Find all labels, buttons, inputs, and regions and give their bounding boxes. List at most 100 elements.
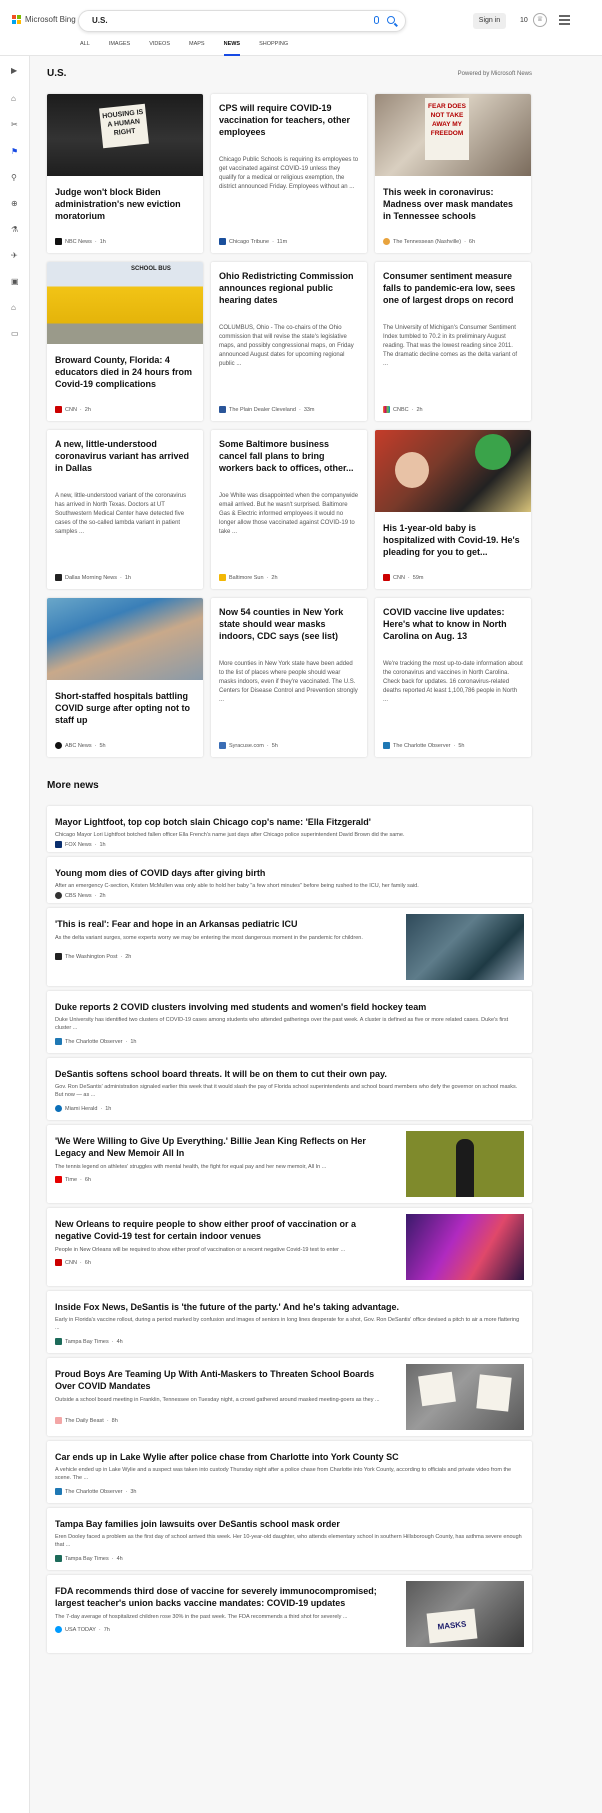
list-item[interactable]: FDA recommends third dose of vaccine for… <box>47 1575 532 1653</box>
card-source[interactable]: The Plain Dealer Cleveland · 33m <box>219 406 315 413</box>
news-card[interactable]: HOUSING IS A HUMAN RIGHT Judge won't blo… <box>47 94 203 253</box>
entertainment-icon[interactable]: ▣ <box>11 278 19 286</box>
item-source[interactable]: CBS News · 2h <box>55 892 106 899</box>
card-title[interactable]: Consumer sentiment measure falls to pand… <box>383 270 523 306</box>
card-title[interactable]: Now 54 counties in New York state should… <box>219 606 359 642</box>
card-title[interactable]: COVID vaccine live updates: Here's what … <box>383 606 523 642</box>
item-source[interactable]: Tampa Bay Times · 4h <box>55 1338 123 1345</box>
powered-by[interactable]: Powered by Microsoft News <box>458 71 532 77</box>
item-title[interactable]: 'This is real': Fear and hope in an Arka… <box>55 918 392 930</box>
search-input[interactable]: U.S. <box>92 16 108 25</box>
item-title[interactable]: DeSantis softens school board threats. I… <box>55 1068 522 1080</box>
tab-shopping[interactable]: SHOPPING <box>259 38 288 56</box>
news-card[interactable]: SCHOOL BUS Broward County, Florida: 4 ed… <box>47 262 203 421</box>
menu-icon[interactable] <box>559 15 570 27</box>
item-source[interactable]: Miami Herald · 1h <box>55 1105 111 1112</box>
us-flag-icon[interactable]: ⚑ <box>11 148 18 156</box>
card-source[interactable]: CNN · 2h <box>55 406 91 413</box>
news-card[interactable]: Ohio Redistricting Commission announces … <box>211 262 367 421</box>
technology-icon[interactable]: ✈ <box>11 252 18 260</box>
tab-news[interactable]: NEWS <box>223 38 241 56</box>
news-card[interactable]: Consumer sentiment measure falls to pand… <box>375 262 531 421</box>
card-title[interactable]: A new, little-understood coronavirus var… <box>55 438 195 474</box>
card-source[interactable]: The Tennessean (Nashville) · 6h <box>383 238 475 245</box>
item-source[interactable]: The Daily Beast · 8h <box>55 1417 118 1424</box>
trending-icon[interactable]: ✂ <box>11 121 18 129</box>
rewards-medal-icon[interactable]: ♕ <box>533 13 547 27</box>
item-source[interactable]: Time · 6h <box>55 1176 91 1183</box>
expand-chevron-icon[interactable]: ▶ <box>11 67 17 75</box>
item-source[interactable]: USA TODAY · 7h <box>55 1626 110 1633</box>
search-box[interactable]: U.S. <box>78 10 406 32</box>
card-source[interactable]: CNBC · 2h <box>383 406 423 413</box>
item-source[interactable]: The Charlotte Observer · 3h <box>55 1488 136 1495</box>
search-icon[interactable] <box>387 16 395 24</box>
news-card[interactable]: Some Baltimore business cancel fall plan… <box>211 430 367 589</box>
list-item[interactable]: 'This is real': Fear and hope in an Arka… <box>47 908 532 986</box>
card-title[interactable]: Short-staffed hospitals battling COVID s… <box>55 690 195 726</box>
local-pin-icon[interactable]: ⚲ <box>11 174 17 182</box>
card-title[interactable]: This week in coronavirus: Madness over m… <box>383 186 523 222</box>
news-card[interactable]: His 1-year-old baby is hospitalized with… <box>375 430 531 589</box>
card-source[interactable]: Dallas Morning News · 1h <box>55 574 131 581</box>
card-source[interactable]: CNN · 59m <box>383 574 423 581</box>
card-snippet: Joe White was disappointed when the comp… <box>219 493 359 535</box>
list-item[interactable]: Proud Boys Are Teaming Up With Anti-Mask… <box>47 1358 532 1436</box>
item-source[interactable]: Tampa Bay Times · 4h <box>55 1555 123 1562</box>
item-title[interactable]: Young mom dies of COVID days after givin… <box>55 867 522 879</box>
science-icon[interactable]: ⚗ <box>11 226 18 234</box>
news-card[interactable]: FEAR DOES NOT TAKE AWAY MY FREEDOM This … <box>375 94 531 253</box>
news-card[interactable]: COVID vaccine live updates: Here's what … <box>375 598 531 757</box>
item-source[interactable]: The Charlotte Observer · 1h <box>55 1038 136 1045</box>
home-icon[interactable]: ⌂ <box>11 95 16 103</box>
news-card[interactable]: Short-staffed hospitals battling COVID s… <box>47 598 203 757</box>
world-icon[interactable]: ⊕ <box>11 200 18 208</box>
item-title[interactable]: FDA recommends third dose of vaccine for… <box>55 1585 392 1609</box>
list-item[interactable]: Mayor Lightfoot, top cop botch slain Chi… <box>47 806 532 852</box>
item-title[interactable]: Inside Fox News, DeSantis is 'the future… <box>55 1301 522 1313</box>
list-item[interactable]: DeSantis softens school board threats. I… <box>47 1058 532 1120</box>
list-item[interactable]: Tampa Bay families join lawsuits over De… <box>47 1508 532 1570</box>
card-title[interactable]: CPS will require COVID-19 vaccination fo… <box>219 102 359 138</box>
item-title[interactable]: Proud Boys Are Teaming Up With Anti-Mask… <box>55 1368 392 1392</box>
card-title[interactable]: Some Baltimore business cancel fall plan… <box>219 438 359 474</box>
sign-in-button[interactable]: Sign in <box>473 13 506 29</box>
card-source[interactable]: The Charlotte Observer · 5h <box>383 742 464 749</box>
card-source[interactable]: Chicago Tribune · 11m <box>219 238 287 245</box>
list-item[interactable]: 'We Were Willing to Give Up Everything.'… <box>47 1125 532 1203</box>
card-title[interactable]: His 1-year-old baby is hospitalized with… <box>383 522 523 558</box>
list-item[interactable]: Inside Fox News, DeSantis is 'the future… <box>47 1291 532 1353</box>
tab-images[interactable]: IMAGES <box>109 38 130 56</box>
list-item[interactable]: Duke reports 2 COVID clusters involving … <box>47 991 532 1053</box>
list-item[interactable]: New Orleans to require people to show ei… <box>47 1208 532 1286</box>
item-title[interactable]: New Orleans to require people to show ei… <box>55 1218 392 1242</box>
item-title[interactable]: Duke reports 2 COVID clusters involving … <box>55 1001 522 1013</box>
item-source[interactable]: FOX News · 1h <box>55 841 106 848</box>
business-icon[interactable]: ▭ <box>11 330 19 338</box>
item-title[interactable]: Tampa Bay families join lawsuits over De… <box>55 1518 522 1530</box>
card-source[interactable]: NBC News · 1h <box>55 238 106 245</box>
card-title[interactable]: Broward County, Florida: 4 educators die… <box>55 354 195 390</box>
list-item[interactable]: Car ends up in Lake Wylie after police c… <box>47 1441 532 1503</box>
microphone-icon[interactable] <box>374 16 379 24</box>
item-title[interactable]: Mayor Lightfoot, top cop botch slain Chi… <box>55 816 522 828</box>
bing-logo[interactable]: Microsoft Bing <box>12 15 76 24</box>
politics-icon[interactable]: ⌂ <box>11 304 16 312</box>
card-source[interactable]: Baltimore Sun · 2h <box>219 574 278 581</box>
card-source[interactable]: ABC News · 5h <box>55 742 106 749</box>
item-title[interactable]: Car ends up in Lake Wylie after police c… <box>55 1451 522 1463</box>
tab-maps[interactable]: MAPS <box>189 38 205 56</box>
news-card[interactable]: A new, little-understood coronavirus var… <box>47 430 203 589</box>
card-title[interactable]: Ohio Redistricting Commission announces … <box>219 270 359 306</box>
rewards-points[interactable]: 10 <box>520 17 528 24</box>
tab-all[interactable]: ALL <box>80 38 90 56</box>
card-title[interactable]: Judge won't block Biden administration's… <box>55 186 195 222</box>
news-card[interactable]: Now 54 counties in New York state should… <box>211 598 367 757</box>
tab-videos[interactable]: VIDEOS <box>149 38 170 56</box>
list-item[interactable]: Young mom dies of COVID days after givin… <box>47 857 532 903</box>
news-card[interactable]: CPS will require COVID-19 vaccination fo… <box>211 94 367 253</box>
item-source[interactable]: The Washington Post · 2h <box>55 953 131 960</box>
card-source[interactable]: Syracuse.com · 5h <box>219 742 278 749</box>
item-source[interactable]: CNN · 6h <box>55 1259 91 1266</box>
item-title[interactable]: 'We Were Willing to Give Up Everything.'… <box>55 1135 392 1159</box>
